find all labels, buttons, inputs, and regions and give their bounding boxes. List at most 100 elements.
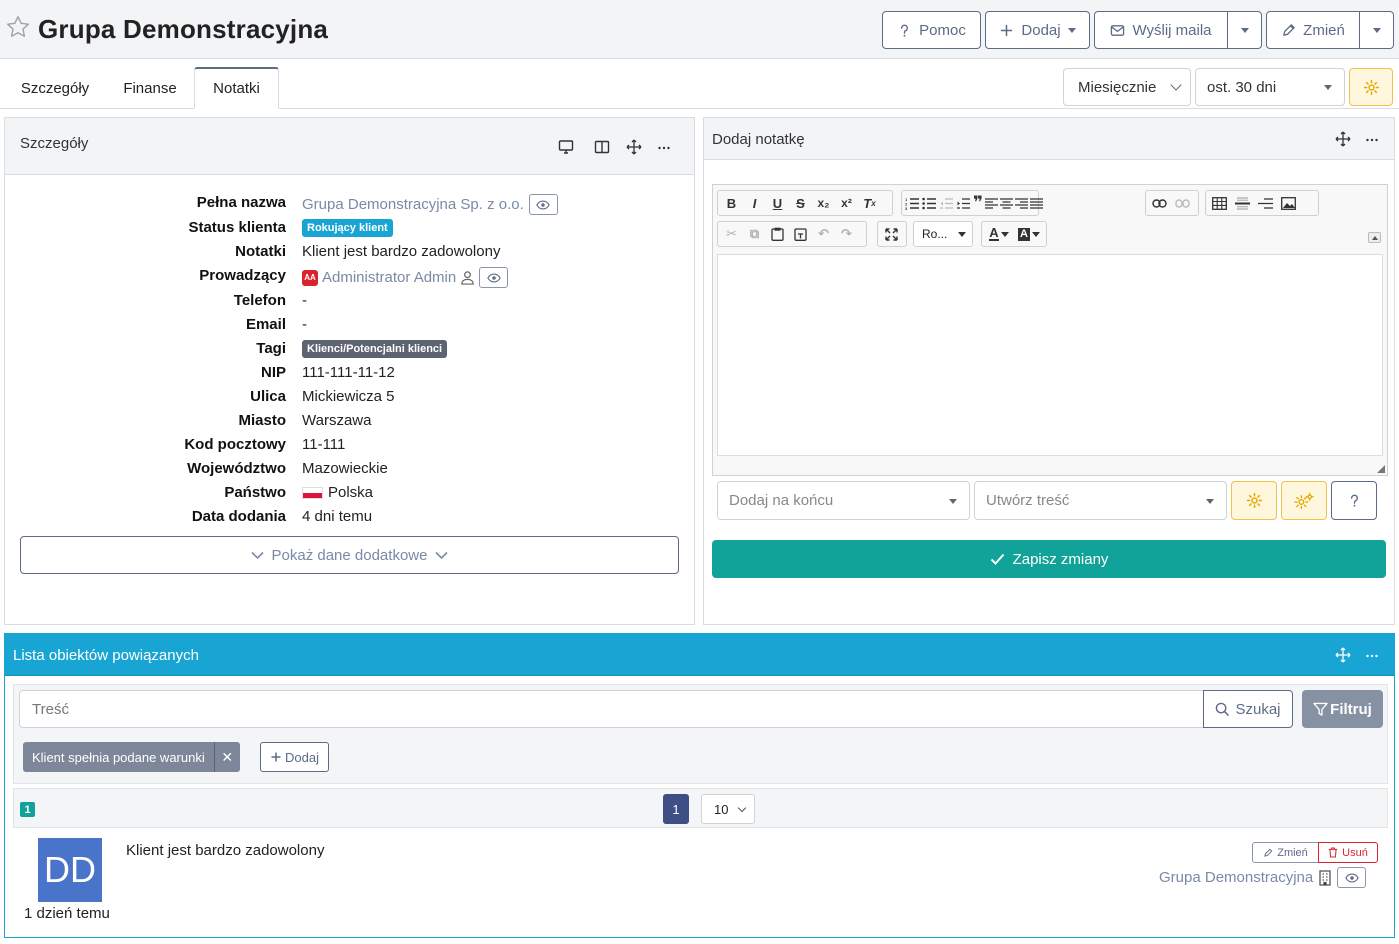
chevron-down-icon: [1067, 27, 1076, 33]
tab-finance[interactable]: Finanse: [108, 67, 192, 109]
filter-chip: Klient spełnia podane warunki ✕: [23, 742, 240, 772]
background-color-icon[interactable]: A: [1015, 224, 1043, 244]
show-more-button[interactable]: Pokaż dane dodatkowe: [20, 536, 679, 574]
bullet-list-icon[interactable]: [922, 193, 937, 213]
note-editor-area[interactable]: [717, 254, 1383, 456]
per-page-select[interactable]: 10: [701, 794, 755, 824]
save-changes-button[interactable]: Zapisz zmiany: [712, 540, 1386, 578]
resize-handle-icon[interactable]: [1377, 465, 1385, 473]
paste-icon[interactable]: [767, 224, 788, 244]
indent-block-icon[interactable]: [1255, 193, 1276, 213]
preview-button[interactable]: [528, 194, 558, 215]
italic-icon[interactable]: I: [744, 193, 765, 213]
more-icon[interactable]: [1364, 647, 1380, 663]
more-icon[interactable]: [656, 139, 672, 155]
item-delete-button[interactable]: Usuń: [1318, 842, 1378, 863]
owner-link[interactable]: Administrator Admin: [322, 269, 456, 286]
desktop-icon[interactable]: [558, 139, 574, 155]
filter-button[interactable]: Filtruj: [1302, 690, 1383, 728]
send-mail-dropdown[interactable]: [1227, 11, 1262, 49]
preview-button[interactable]: [1337, 867, 1367, 888]
detail-row-tags: Tagi Klienci/Potencjalni klienci: [5, 338, 695, 362]
search-button[interactable]: Szukaj: [1203, 690, 1293, 728]
gear-icon: [1363, 79, 1379, 95]
strikethrough-icon[interactable]: S: [790, 193, 811, 213]
bold-icon[interactable]: B: [721, 193, 742, 213]
superscript-icon[interactable]: x²: [836, 193, 857, 213]
subscript-icon[interactable]: x₂: [813, 193, 834, 213]
detail-label: Status klienta: [188, 219, 286, 236]
search-label: Szukaj: [1235, 700, 1281, 718]
item-edit-button[interactable]: Zmień: [1252, 842, 1319, 863]
align-justify-icon[interactable]: [1029, 193, 1043, 213]
preview-button[interactable]: [479, 267, 509, 288]
move-icon[interactable]: [1335, 647, 1351, 663]
cut-icon[interactable]: ✂: [721, 224, 742, 244]
indent-icon[interactable]: [956, 193, 971, 213]
unlink-icon[interactable]: [1172, 193, 1193, 213]
page-button-active[interactable]: 1: [663, 794, 689, 824]
remove-format-icon[interactable]: Tx: [859, 193, 880, 213]
outdent-icon[interactable]: [939, 193, 954, 213]
tab-details[interactable]: Szczegóły: [4, 67, 106, 109]
align-center-icon[interactable]: [999, 193, 1013, 213]
horizontal-line-icon[interactable]: [1232, 193, 1253, 213]
edit-dropdown[interactable]: [1359, 11, 1394, 49]
search-placeholder: Treść: [32, 700, 69, 718]
avatar: DD: [38, 838, 102, 902]
help-button[interactable]: Pomoc: [882, 11, 981, 49]
text-color-icon[interactable]: A: [985, 224, 1013, 244]
note-help-button[interactable]: [1331, 481, 1377, 520]
related-objects-title: Lista obiektów powiązanych: [13, 647, 199, 664]
align-right-icon[interactable]: [1014, 193, 1028, 213]
copy-icon[interactable]: ⧉: [744, 224, 765, 244]
maximize-icon[interactable]: [881, 224, 902, 244]
company-name-link[interactable]: Grupa Demonstracyjna Sp. z o.o.: [302, 196, 524, 213]
more-icon[interactable]: [1364, 131, 1380, 147]
range-select[interactable]: ost. 30 dni: [1195, 68, 1345, 106]
per-page-value: 10: [714, 801, 729, 817]
add-button[interactable]: Dodaj: [985, 11, 1090, 49]
item-company-link[interactable]: Grupa Demonstracyjna: [1159, 869, 1313, 886]
chevron-down-icon: [1240, 27, 1249, 33]
remove-filter-icon[interactable]: ✕: [213, 742, 240, 772]
detail-value: 111-111-11-12: [302, 364, 395, 381]
details-panel-header: Szczegóły: [5, 118, 694, 175]
search-input[interactable]: Treść: [19, 690, 1204, 728]
numbered-list-icon[interactable]: 123: [905, 193, 920, 213]
save-changes-label: Zapisz zmiany: [1012, 550, 1109, 568]
check-icon: [990, 553, 1004, 565]
page-title: Grupa Demonstracyjna: [38, 14, 329, 44]
tab-notes[interactable]: Notatki: [194, 67, 279, 109]
underline-icon[interactable]: U: [767, 193, 788, 213]
favorite-star-icon[interactable]: [5, 14, 31, 40]
details-panel-title: Szczegóły: [20, 135, 89, 152]
period-select[interactable]: Miesięcznie: [1063, 68, 1191, 106]
table-icon[interactable]: [1209, 193, 1230, 213]
font-select[interactable]: Ro...: [913, 221, 973, 247]
move-icon[interactable]: [626, 139, 642, 155]
status-badge: Rokujący klient: [302, 219, 393, 237]
envelope-icon: [1111, 24, 1125, 36]
content-select[interactable]: Utwórz treść: [974, 481, 1227, 520]
send-mail-button[interactable]: Wyślij maila: [1094, 11, 1228, 49]
redo-icon[interactable]: ↷: [836, 224, 857, 244]
settings-button[interactable]: [1349, 68, 1393, 106]
detail-row-country: Państwo Polska: [5, 482, 695, 506]
blockquote-icon[interactable]: ❞: [973, 193, 983, 213]
add-filter-button[interactable]: Dodaj: [260, 742, 329, 772]
align-left-icon[interactable]: [984, 193, 998, 213]
link-icon[interactable]: [1149, 193, 1170, 213]
move-icon[interactable]: [1335, 131, 1351, 147]
paste-text-icon[interactable]: [790, 224, 811, 244]
detail-value: Grupa Demonstracyjna Sp. z o.o.: [302, 194, 558, 215]
columns-icon[interactable]: [594, 139, 610, 155]
page-header: Grupa Demonstracyjna Pomoc Dodaj Wyślij …: [0, 0, 1399, 59]
note-advanced-settings-button[interactable]: [1281, 481, 1327, 520]
position-select[interactable]: Dodaj na końcu: [717, 481, 970, 520]
image-icon[interactable]: [1278, 193, 1299, 213]
edit-button[interactable]: Zmień: [1266, 11, 1360, 49]
undo-icon[interactable]: ↶: [813, 224, 834, 244]
note-settings-button[interactable]: [1231, 481, 1277, 520]
collapse-toolbar-button[interactable]: [1368, 232, 1381, 243]
